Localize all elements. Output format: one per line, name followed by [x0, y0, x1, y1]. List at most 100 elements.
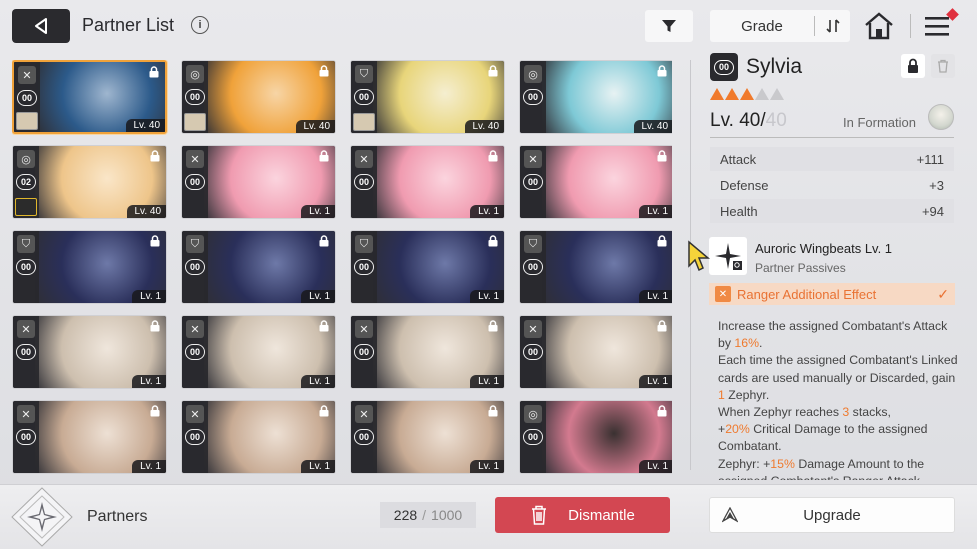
partner-card[interactable]: ⛉ 00 Lv. 1 [181, 230, 336, 304]
ranger-effect-bar[interactable]: ✕ Ranger Additional Effect ✓ [709, 283, 955, 305]
rarity-number: 00 [354, 429, 374, 445]
in-formation-label: In Formation [843, 115, 916, 130]
partner-card[interactable]: ◎ 00 Lv. 40 [519, 60, 672, 134]
lock-icon[interactable] [149, 150, 161, 162]
lock-icon[interactable] [318, 405, 330, 417]
sword-class-icon: ✕ [17, 320, 35, 338]
card-info-strip: ✕ 00 [182, 316, 208, 388]
desc-text: Each time the assigned Combatant's Linke… [718, 353, 958, 385]
lock-icon [908, 58, 918, 73]
partner-card[interactable]: ⛉ 00 Lv. 40 [350, 60, 505, 134]
lock-icon[interactable] [487, 320, 499, 332]
partner-card[interactable]: ✕ 00 Lv. 1 [181, 315, 336, 389]
lock-icon[interactable] [149, 235, 161, 247]
equipped-combatant-avatar [15, 198, 37, 216]
lock-button[interactable] [901, 54, 925, 78]
target-class-icon: ◎ [186, 65, 204, 83]
upgrade-button[interactable]: Upgrade [709, 497, 955, 533]
lock-icon[interactable] [318, 150, 330, 162]
lock-icon[interactable] [487, 405, 499, 417]
sort-order-icon[interactable] [815, 18, 850, 34]
star-filled-icon [710, 88, 724, 100]
star-empty-icon [755, 88, 769, 100]
card-level: Lv. 40 [126, 205, 166, 218]
shield-class-icon: ⛉ [355, 235, 373, 253]
partners-emblem-icon [11, 487, 73, 547]
partner-card[interactable]: ✕ 00 Lv. 1 [12, 315, 167, 389]
lock-icon[interactable] [656, 320, 668, 332]
partner-card[interactable]: ⛉ 00 Lv. 1 [12, 230, 167, 304]
lock-icon[interactable] [487, 150, 499, 162]
lock-icon[interactable] [656, 235, 668, 247]
card-info-strip: ✕ 00 [182, 146, 208, 218]
shield-class-icon: ⛉ [524, 235, 542, 253]
lock-icon[interactable] [487, 65, 499, 77]
partner-count: 228 / 1000 [380, 502, 476, 528]
partner-card[interactable]: ✕ 00 Lv. 1 [519, 315, 672, 389]
skill-name: Auroric Wingbeats Lv. 1 [755, 241, 893, 256]
partner-card[interactable]: ⛉ 00 Lv. 1 [350, 230, 505, 304]
lock-icon[interactable] [149, 405, 161, 417]
skill-subtitle: Partner Passives [755, 261, 846, 275]
desc-highlight: 15% [770, 456, 795, 471]
stat-defense: Defense +3 [710, 173, 954, 197]
lock-icon[interactable] [318, 65, 330, 77]
filter-button[interactable] [645, 10, 693, 42]
card-info-strip: ⛉ 00 [351, 231, 377, 303]
partner-card[interactable]: ⛉ 00 Lv. 1 [519, 230, 672, 304]
partner-card[interactable]: ✕ 00 Lv. 40 [12, 60, 167, 134]
dismantle-button[interactable]: Dismantle [495, 497, 670, 533]
equipped-combatant-avatar [16, 112, 38, 130]
partner-card[interactable]: ◎ 02 Lv. 40 [12, 145, 167, 219]
card-info-strip: ✕ 00 [182, 401, 208, 473]
card-info-strip: ✕ 00 [13, 401, 39, 473]
mouse-cursor-icon [688, 240, 711, 272]
level-current: Lv. 40/ [710, 110, 766, 131]
lock-icon[interactable] [318, 320, 330, 332]
formation-avatar[interactable] [928, 104, 954, 130]
star-empty-icon [770, 88, 784, 100]
lock-icon[interactable] [149, 320, 161, 332]
partner-card[interactable]: ✕ 00 Lv. 1 [350, 145, 505, 219]
trash-button[interactable] [931, 54, 955, 78]
partner-card[interactable]: ◎ 00 Lv. 40 [181, 60, 336, 134]
partners-label: Partners [87, 508, 148, 525]
sword-class-icon: ✕ [355, 320, 373, 338]
sword-class-icon: ✕ [186, 150, 204, 168]
lock-icon[interactable] [148, 66, 160, 78]
card-level: Lv. 1 [132, 375, 166, 388]
partner-card[interactable]: ✕ 00 Lv. 1 [519, 145, 672, 219]
rarity-number: 00 [523, 259, 543, 275]
rarity-number: 00 [16, 259, 36, 275]
partner-card[interactable]: ✕ 00 Lv. 1 [350, 315, 505, 389]
dismantle-label: Dismantle [568, 506, 635, 524]
card-level: Lv. 40 [125, 119, 165, 132]
skill-icon[interactable] [709, 237, 747, 275]
lock-icon[interactable] [656, 150, 668, 162]
count-current: 228 [393, 507, 418, 523]
card-level: Lv. 1 [301, 290, 335, 303]
rarity-number: 00 [185, 89, 205, 105]
lock-icon[interactable] [318, 235, 330, 247]
sword-class-icon: ✕ [17, 405, 35, 423]
partner-card[interactable]: ✕ 00 Lv. 1 [350, 400, 505, 474]
stat-label: Health [720, 203, 758, 219]
lock-icon[interactable] [656, 65, 668, 77]
partner-card[interactable]: ◎ 00 Lv. 1 [519, 400, 672, 474]
lock-icon[interactable] [656, 405, 668, 417]
rarity-number: 00 [354, 344, 374, 360]
lock-icon[interactable] [487, 235, 499, 247]
card-info-strip: ⛉ 00 [182, 231, 208, 303]
card-level: Lv. 1 [639, 290, 672, 303]
sword-class-icon: ✕ [18, 66, 36, 84]
home-icon[interactable] [862, 10, 896, 42]
partner-card[interactable]: ✕ 00 Lv. 1 [181, 400, 336, 474]
rarity-number: 02 [16, 174, 36, 190]
back-button[interactable] [12, 9, 70, 43]
partner-card[interactable]: ✕ 00 Lv. 1 [181, 145, 336, 219]
sort-grade-button[interactable]: Grade [710, 10, 850, 42]
info-icon[interactable]: i [191, 16, 209, 34]
filter-icon [662, 20, 676, 32]
partner-card[interactable]: ✕ 00 Lv. 1 [12, 400, 167, 474]
stat-value: +111 [916, 151, 944, 167]
